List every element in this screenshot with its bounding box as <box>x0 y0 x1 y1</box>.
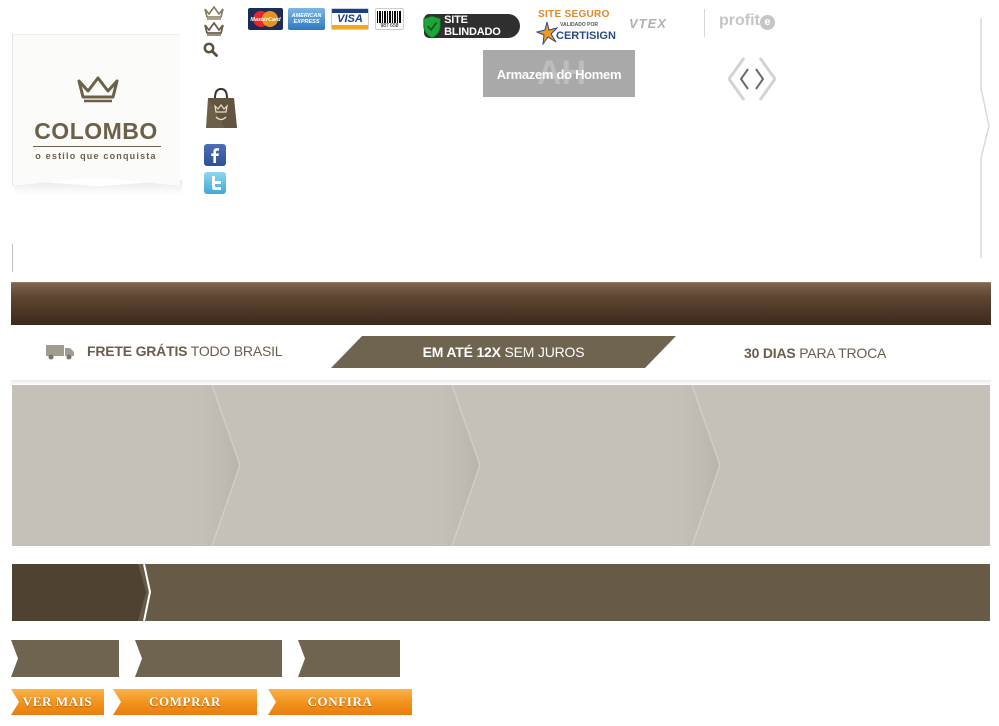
benefit-frete-rest: TODO BRASIL <box>187 343 283 359</box>
benefit-troca-rest: PARA TROCA <box>795 345 887 361</box>
promo-strip-head <box>12 564 146 621</box>
facebook-icon[interactable] <box>204 144 226 166</box>
benefit-frete-bold: FRETE GRÁTIS <box>87 343 188 359</box>
profite-text: profit <box>719 12 760 29</box>
benefits-strip: FRETE GRÁTIS TODO BRASIL EM ATÉ 12X SEM … <box>11 333 991 373</box>
armazem-promo-banner[interactable]: AH Armazem do Homem <box>483 50 635 97</box>
benefit-troca: 30 DIAS PARA TROCA <box>744 345 886 363</box>
page-edge-decoration <box>980 18 990 258</box>
profite-badge: e <box>759 15 775 30</box>
tab-1[interactable] <box>11 640 119 677</box>
banner-segment <box>182 385 240 546</box>
truck-icon <box>46 345 74 360</box>
tab-2[interactable] <box>135 640 282 677</box>
ver-mais-button[interactable]: VER MAIS <box>11 689 104 715</box>
armazem-label: Armazem do Homem <box>496 67 622 82</box>
brand-tagline: o estilo que conquista <box>35 151 157 161</box>
search-icon[interactable] <box>203 42 218 57</box>
mastercard-label: MasterCard <box>250 17 281 23</box>
visa-label: VISA <box>337 13 363 25</box>
amex-label: AMERICAN EXPRESS <box>291 13 322 25</box>
visa-logo: VISA <box>331 8 369 30</box>
shopping-bag-icon[interactable] <box>203 84 239 132</box>
comprar-button[interactable]: COMPRAR <box>113 689 257 715</box>
logo-card[interactable] <box>12 34 180 186</box>
certisign-bottom: CERTISIGN <box>556 30 616 42</box>
partner-divider <box>704 9 705 37</box>
star-icon <box>536 21 558 45</box>
tab-3[interactable] <box>298 640 400 677</box>
crown-icon[interactable] <box>204 21 224 36</box>
banner-segment <box>422 385 480 546</box>
certisign-mid: VALIDADO POR <box>560 22 598 28</box>
brand-name: COLOMBO <box>34 118 158 144</box>
benefit-parcelas-bold: EM ATÉ 12X <box>422 344 501 360</box>
promo-strip[interactable] <box>12 564 990 621</box>
crown-icon[interactable] <box>204 5 224 20</box>
chevron-right-icon[interactable] <box>755 57 777 101</box>
benefit-parcelas-rest: SEM JUROS <box>500 344 585 360</box>
carousel-arrows[interactable] <box>727 57 777 101</box>
left-guide-line <box>12 244 13 272</box>
benefit-frete: FRETE GRÁTIS TODO BRASIL <box>45 342 283 360</box>
profite-logo[interactable]: profit e <box>719 12 775 30</box>
benefit-troca-bold: 30 DIAS <box>744 345 796 361</box>
benefit-parcelas: EM ATÉ 12X SEM JUROS <box>331 336 676 368</box>
main-nav-bar[interactable] <box>11 282 991 325</box>
chevron-left-icon[interactable] <box>727 57 749 101</box>
promo-strip-separator <box>143 564 151 621</box>
vtex-logo[interactable]: VTEX <box>629 16 667 31</box>
certisign-seal[interactable]: SITE SEGURO VALIDADO POR CERTISIGN <box>536 9 616 47</box>
boleto-number: 987 658 <box>380 22 399 29</box>
twitter-icon[interactable] <box>204 172 226 194</box>
banner-segment <box>662 385 720 546</box>
site-blindado-seal[interactable]: SITE BLINDADO <box>423 14 520 39</box>
site-blindado-label: SITE BLINDADO <box>444 14 501 38</box>
certisign-top: SITE SEGURO <box>538 9 610 20</box>
mastercard-logo: MasterCard <box>248 8 283 30</box>
benefits-divider <box>11 380 991 384</box>
brand-rule <box>33 146 161 147</box>
confira-button[interactable]: CONFIRA <box>268 689 412 715</box>
amex-logo: AMERICAN EXPRESS <box>288 8 325 30</box>
crown-logo-icon <box>77 76 119 104</box>
boleto-logo: 987 658 <box>375 8 404 30</box>
shield-icon <box>423 15 441 39</box>
feature-banner[interactable] <box>12 385 990 546</box>
